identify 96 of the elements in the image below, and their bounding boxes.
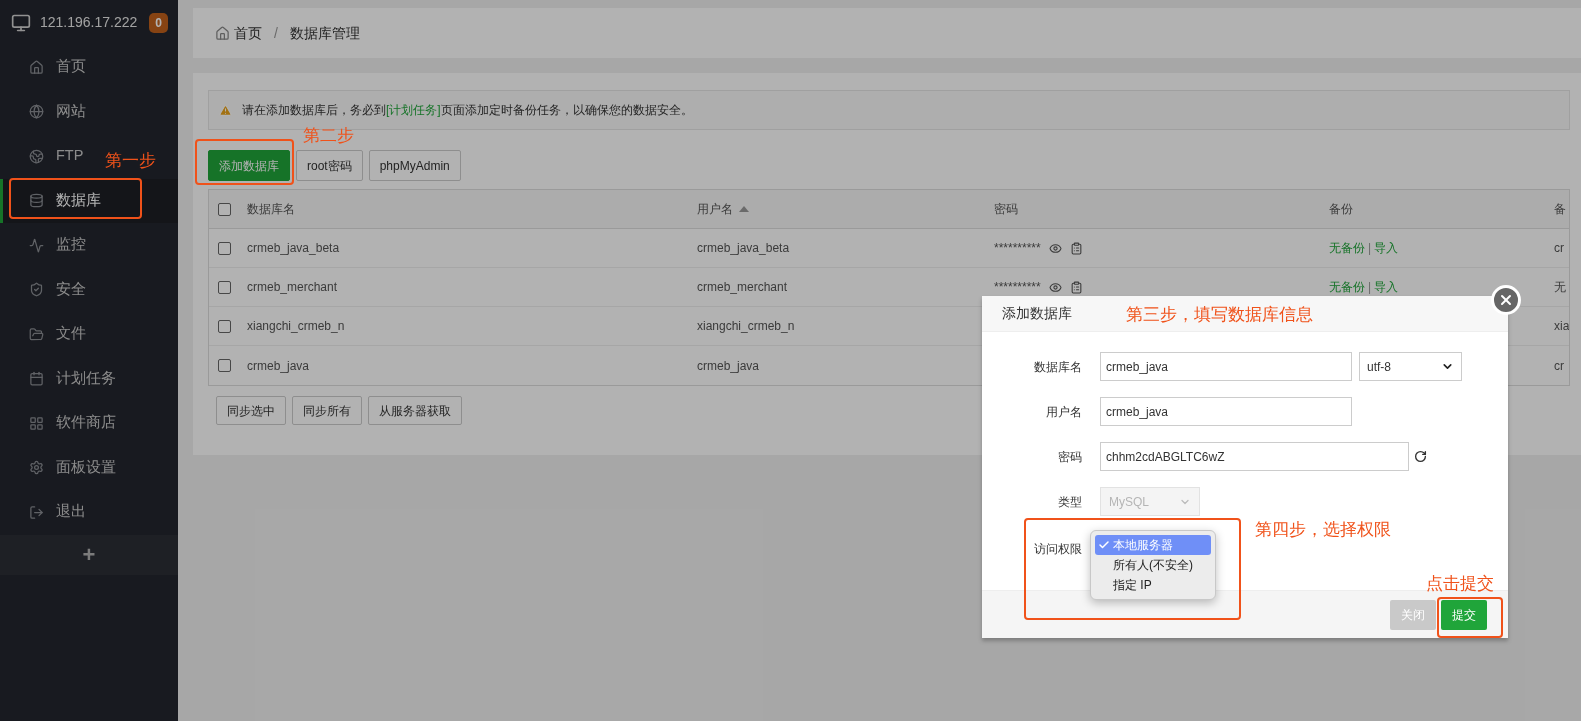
column-header[interactable]: 用户名 [697, 200, 749, 218]
sidebar-item[interactable]: 面板设置 [0, 445, 178, 490]
table-action-button[interactable]: 同步选中 [216, 396, 286, 425]
annotation-text: 第一步 [105, 150, 156, 172]
sidebar-item[interactable]: 计划任务 [0, 356, 178, 401]
eye-icon[interactable] [1048, 280, 1062, 294]
annotation-text: 第四步，选择权限 [1255, 519, 1391, 541]
gear-icon [29, 460, 44, 476]
field-label: 密码 [1057, 448, 1082, 466]
separator-text: | [1368, 279, 1372, 296]
table-cell: cr [1554, 241, 1564, 255]
toolbar-button[interactable]: 添加数据库 [208, 150, 290, 181]
grid-icon [29, 415, 44, 431]
column-header[interactable]: 数据库名 [247, 200, 295, 218]
copy-icon[interactable] [1069, 241, 1083, 255]
breadcrumb-current: 数据库管理 [289, 23, 360, 43]
dropdown-option[interactable]: 所有人(不安全) [1095, 555, 1211, 575]
table-cell: 无 [1554, 280, 1566, 294]
toolbar-button[interactable]: phpMyAdmin [368, 150, 461, 181]
text-field[interactable]: chhm2cdABGLTC6wZ [1100, 442, 1409, 471]
monitor-icon [10, 12, 32, 33]
field-label: 类型 [1057, 493, 1082, 511]
eye-icon[interactable] [1048, 241, 1062, 255]
table-cell: crmeb_java_beta [697, 241, 790, 255]
sidebar-item[interactable]: 软件商店 [0, 401, 178, 446]
import-link[interactable]: 导入 [1374, 239, 1399, 257]
add-menu-button[interactable]: + [82, 543, 96, 566]
column-header[interactable]: 备份 [1329, 200, 1353, 218]
database-icon [29, 193, 44, 209]
masked-password: ********** [994, 279, 1041, 296]
sidebar-item[interactable]: 退出 [0, 490, 178, 535]
masked-password: ********** [994, 240, 1041, 257]
annotation-text: 第三步，填写数据库信息 [1126, 304, 1313, 326]
sidebar-item[interactable]: 首页 [0, 45, 178, 90]
backup-link[interactable]: 无备份 [1329, 239, 1365, 257]
table-cell: cr [1554, 358, 1564, 373]
calendar-icon [29, 371, 44, 387]
separator-text: | [1368, 240, 1372, 257]
table-cell: xiangchi_crmeb_n [697, 319, 795, 333]
text-field[interactable]: crmeb_java [1100, 397, 1352, 426]
column-header[interactable]: 密码 [994, 200, 1018, 218]
sidebar-item[interactable]: 网站 [0, 89, 178, 134]
table-cell: crmeb_java [247, 358, 310, 373]
field-label: 用户名 [1045, 403, 1082, 421]
checkbox[interactable] [217, 359, 231, 372]
notification-badge[interactable]: 0 [149, 12, 168, 33]
field-label: 访问权限 [1033, 541, 1082, 558]
home-icon [29, 59, 44, 75]
shield-icon [29, 282, 44, 298]
check-icon [1098, 539, 1110, 551]
table-cell: xiangchi_crmeb_n [247, 319, 345, 333]
dialog-button[interactable]: 提交 [1441, 599, 1487, 630]
annotation-box [1437, 597, 1503, 638]
warning-icon [219, 103, 232, 117]
refresh-icon[interactable] [1414, 450, 1427, 463]
copy-icon[interactable] [1069, 280, 1083, 294]
table-action-button[interactable]: 从服务器获取 [368, 396, 462, 425]
logout-icon [29, 504, 44, 520]
annotation-text: 第二步 [303, 125, 354, 147]
breadcrumb-separator: / [273, 23, 279, 43]
sidebar-item[interactable]: 监控 [0, 223, 178, 268]
close-icon [1498, 292, 1514, 308]
table-action-button[interactable]: 同步所有 [292, 396, 362, 425]
checkbox[interactable] [217, 319, 231, 333]
sidebar-item[interactable]: 数据库 [0, 178, 178, 223]
field-label: 数据库名 [1033, 358, 1082, 376]
text-field[interactable]: crmeb_java [1100, 352, 1352, 381]
table-cell: crmeb_merchant [247, 280, 338, 294]
dialog-title: 添加数据库 [1002, 304, 1072, 323]
breadcrumb-link[interactable]: 首页 [234, 22, 262, 44]
globe-icon [29, 148, 44, 164]
column-header[interactable]: 备 [1554, 200, 1566, 218]
host-address: 121.196.17.222 [40, 13, 139, 32]
toolbar-button[interactable]: root密码 [296, 150, 363, 181]
chart-icon [29, 237, 44, 253]
task-link[interactable]: [计划任务] [386, 103, 441, 117]
alert-text: 请在添加数据库后，务必到[计划任务]页面添加定时备份任务，以确保您的数据安全。 [242, 102, 693, 119]
table-cell: crmeb_merchant [697, 280, 788, 294]
sidebar-item[interactable]: 文件 [0, 312, 178, 357]
home-icon [215, 25, 230, 41]
folder-icon [29, 326, 44, 342]
sort-arrow-icon [739, 206, 749, 212]
sidebar-item[interactable]: 安全 [0, 267, 178, 312]
import-link[interactable]: 导入 [1374, 278, 1399, 296]
table-cell: crmeb_java [697, 358, 760, 373]
checkbox[interactable] [217, 280, 231, 294]
charset-select[interactable]: utf-8 [1359, 352, 1462, 381]
table-cell: xia [1554, 319, 1570, 333]
globe-icon [29, 104, 44, 120]
checkbox[interactable] [217, 202, 231, 216]
backup-link[interactable]: 无备份 [1329, 278, 1365, 296]
dropdown-option[interactable]: 指定 IP [1095, 575, 1211, 595]
annotation-text: 点击提交 [1426, 573, 1494, 595]
table-cell: crmeb_java_beta [247, 241, 340, 255]
checkbox[interactable] [217, 241, 231, 255]
dropdown-option[interactable]: 本地服务器 [1095, 535, 1211, 555]
